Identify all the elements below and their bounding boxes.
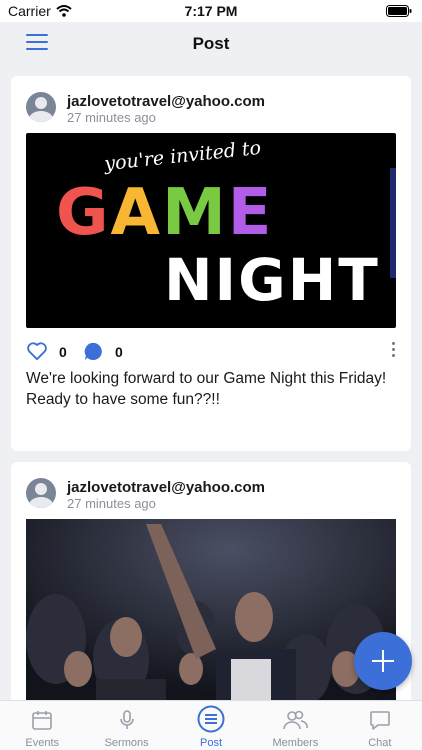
calendar-icon: [32, 711, 53, 730]
post-image[interactable]: you're invited to GAME NIGHT: [26, 133, 396, 328]
avatar[interactable]: [26, 478, 56, 508]
tab-chat[interactable]: Chat: [338, 701, 422, 750]
tab-label: Sermons: [104, 737, 149, 749]
image-letter: G: [56, 176, 109, 250]
image-text-invite: you're invited to: [103, 136, 263, 176]
image-letter: M: [162, 176, 226, 250]
comment-icon[interactable]: [83, 341, 104, 362]
avatar[interactable]: [26, 92, 56, 122]
chat-icon: [370, 711, 390, 730]
tab-bar: Events Sermons Post Members Chat: [0, 700, 422, 750]
post-card: jazlovetotravel@yahoo.com 27 minutes ago: [11, 462, 411, 700]
page-title: Post: [192, 34, 230, 53]
heart-icon[interactable]: [26, 341, 48, 361]
tab-events[interactable]: Events: [0, 701, 84, 750]
tab-label: Post: [200, 737, 223, 749]
like-count: 0: [59, 344, 67, 360]
post-author[interactable]: jazlovetotravel@yahoo.com: [67, 479, 265, 496]
post-actions: 0 0: [26, 340, 396, 364]
comment-count: 0: [115, 344, 123, 360]
post-timestamp: 27 minutes ago: [67, 110, 156, 125]
crowd-photo: [26, 519, 396, 700]
microphone-icon: [119, 710, 134, 729]
post-feed[interactable]: jazlovetotravel@yahoo.com 27 minutes ago…: [0, 66, 422, 700]
image-letter: A: [110, 176, 161, 250]
post-list-icon: [197, 705, 225, 733]
image-text-game: GAME: [56, 181, 271, 245]
image-letter: E: [227, 176, 272, 250]
status-bar: Carrier 7:17 PM: [0, 0, 422, 22]
battery-icon: [386, 5, 412, 17]
members-icon: [283, 710, 309, 730]
post-author[interactable]: jazlovetotravel@yahoo.com: [67, 93, 265, 110]
tab-post[interactable]: Post: [169, 701, 253, 750]
tab-label: Events: [25, 737, 60, 749]
tab-sermons[interactable]: Sermons: [84, 701, 168, 750]
status-time: 7:17 PM: [184, 3, 238, 19]
image-text-night: NIGHT: [164, 246, 380, 314]
add-post-button[interactable]: [354, 632, 412, 690]
post-photo[interactable]: [26, 519, 396, 700]
post-caption: We're looking forward to our Game Night …: [26, 370, 387, 408]
more-options-icon[interactable]: [392, 342, 396, 360]
post-timestamp: 27 minutes ago: [67, 496, 156, 511]
tab-label: Chat: [368, 737, 392, 749]
tab-members[interactable]: Members: [253, 701, 337, 750]
tab-label: Members: [272, 737, 319, 749]
post-card: jazlovetotravel@yahoo.com 27 minutes ago…: [11, 76, 411, 451]
navigation-bar: Post: [0, 22, 422, 66]
